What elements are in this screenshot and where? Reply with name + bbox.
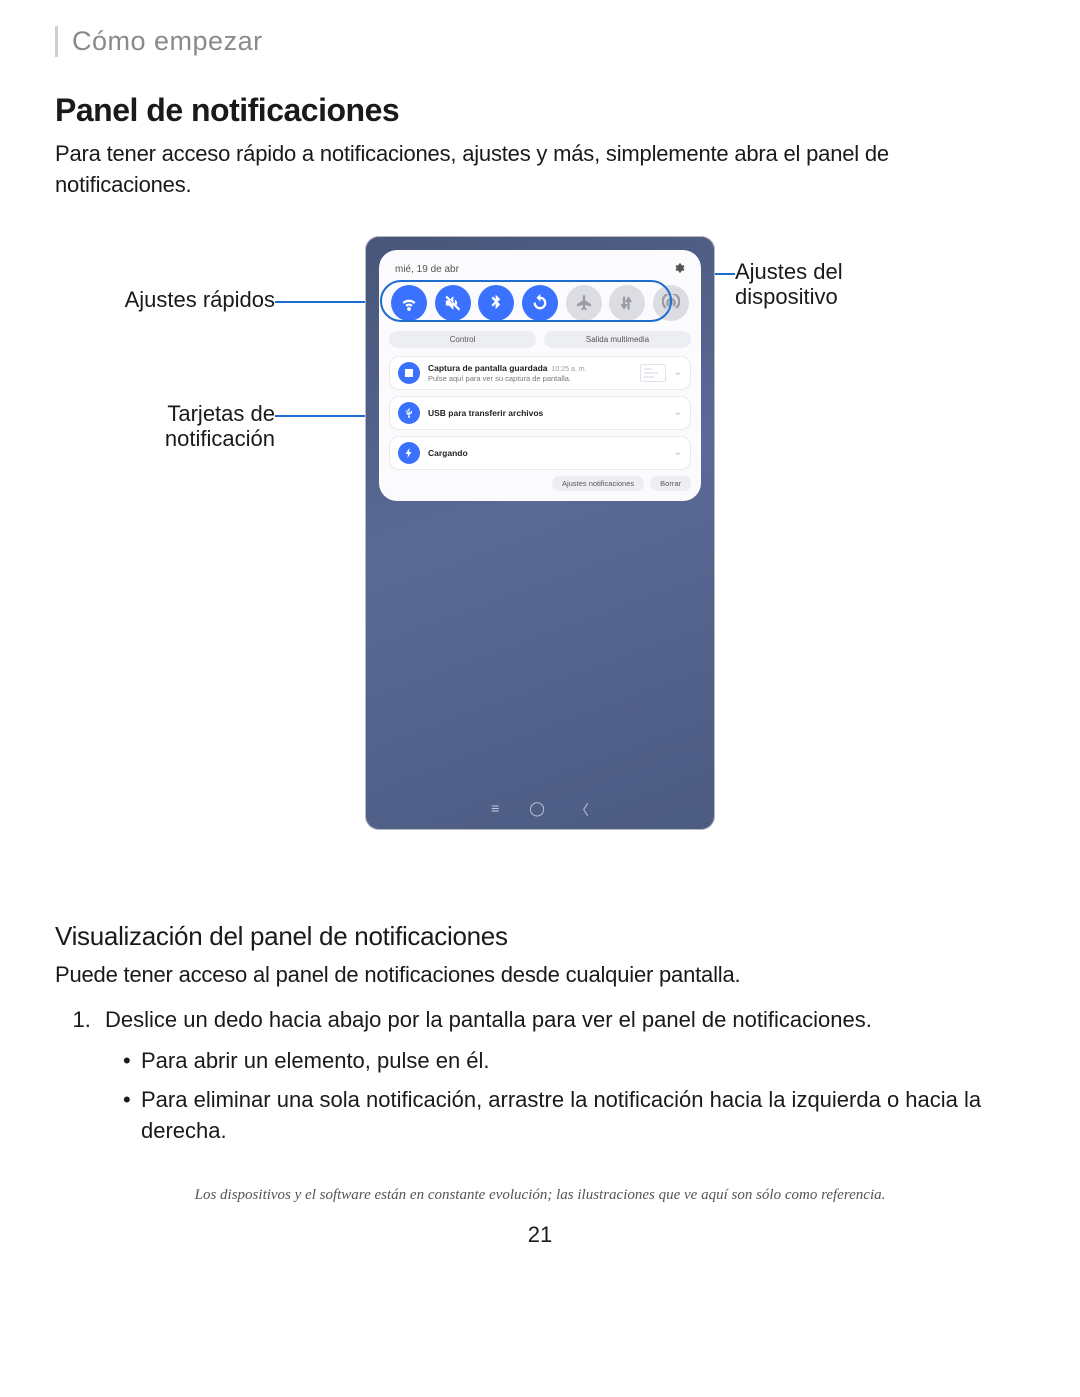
clear-button[interactable]: Borrar [650,476,691,491]
chevron-down-icon[interactable]: ⌄ [674,367,682,378]
list-item: Deslice un dedo hacia abajo por la panta… [97,1004,1025,1146]
chevron-down-icon[interactable]: ⌄ [674,447,682,458]
page-number: 21 [55,1222,1025,1248]
notification-panel: mié, 19 de abr Control Salida [379,250,701,501]
notification-card[interactable]: Captura de pantalla guardada10:25 a. m. … [389,356,691,390]
subsection-title: Visualización del panel de notificacione… [55,921,1025,952]
subsection-body: Puede tener acceso al panel de notificac… [55,960,1025,991]
callout-quick-settings: Ajustes rápidos [55,287,275,312]
qs-mute-icon[interactable] [435,285,471,321]
qs-data-icon[interactable] [609,285,645,321]
notification-card[interactable]: USB para transferir archivos ⌄ [389,396,691,430]
callout-device-settings-l2: dispositivo [735,284,838,309]
gear-icon[interactable] [673,262,685,277]
footnote: Los dispositivos y el software están en … [55,1187,1025,1204]
step-text: Deslice un dedo hacia abajo por la panta… [105,1007,872,1032]
notification-settings-button[interactable]: Ajustes notificaciones [552,476,644,491]
image-icon [398,362,420,384]
notification-title: Captura de pantalla guardada [428,363,548,373]
page-title: Panel de notificaciones [55,92,1025,129]
qs-rotate-icon[interactable] [522,285,558,321]
tab-control[interactable]: Control [389,331,536,348]
notification-title: USB para transferir archivos [428,408,666,418]
qs-airplane-icon[interactable] [566,285,602,321]
bolt-icon [398,442,420,464]
notification-subtitle: Pulse aquí para ver su captura de pantal… [428,374,632,383]
notification-panel-diagram: Ajustes rápidos Tarjetas de notificación… [55,231,1025,871]
intro-text: Para tener acceso rápido a notificacione… [55,139,1025,201]
qs-bluetooth-icon[interactable] [478,285,514,321]
notification-title: Cargando [428,448,666,458]
breadcrumb: Cómo empezar [55,26,1025,57]
panel-date: mié, 19 de abr [395,264,459,275]
screenshot-thumbnail [640,364,666,382]
list-item: Para eliminar una sola notificación, arr… [141,1085,1025,1147]
recents-icon[interactable]: ≡ [491,800,499,820]
phone-mockup: mié, 19 de abr Control Salida [365,236,715,830]
tab-media-output[interactable]: Salida multimedia [544,331,691,348]
quick-settings-row [389,283,691,327]
back-icon[interactable]: 〈 [575,800,589,820]
notification-card[interactable]: Cargando ⌄ [389,436,691,470]
callout-device-settings-l1: Ajustes del [735,259,843,284]
usb-icon [398,402,420,424]
steps-list: Deslice un dedo hacia abajo por la panta… [55,1004,1025,1146]
qs-wifi-icon[interactable] [391,285,427,321]
chevron-down-icon[interactable]: ⌄ [674,407,682,418]
list-item: Para abrir un elemento, pulse en él. [141,1046,1025,1077]
callout-notification-cards: Tarjetas de notificación [55,401,275,452]
android-navbar: ≡ ◯ 〈 [365,800,715,820]
home-icon[interactable]: ◯ [529,800,545,820]
qs-hotspot-icon[interactable] [653,285,689,321]
callout-device-settings: Ajustes del dispositivo [735,259,935,310]
notification-time: 10:25 a. m. [552,366,587,373]
